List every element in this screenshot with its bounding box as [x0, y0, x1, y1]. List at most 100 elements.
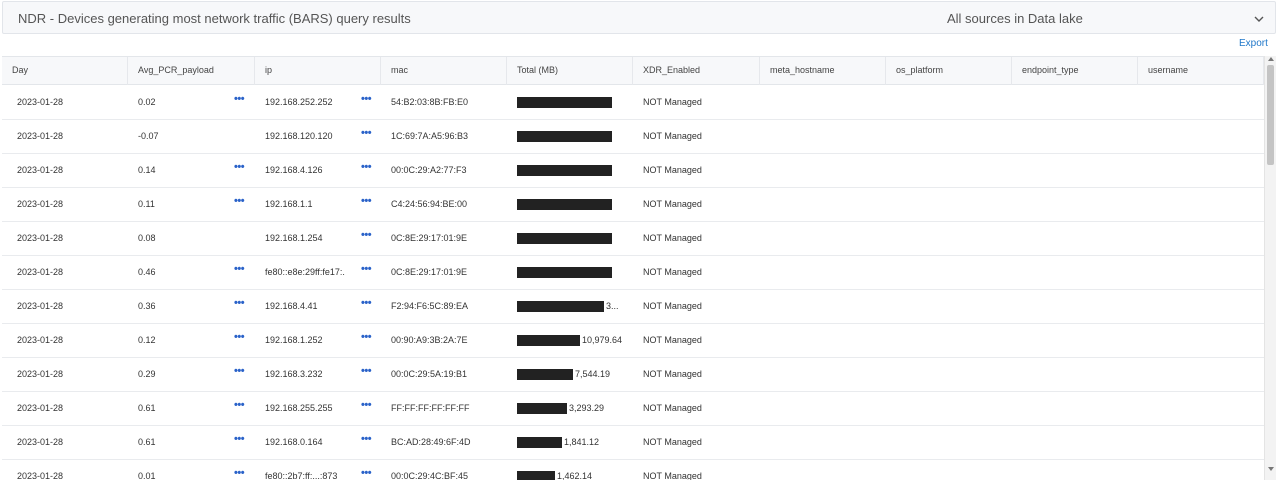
table-row[interactable]: 2023-01-28 0.29 ••• 192.168.3.232 ••• 00:0C:2…	[2, 358, 1264, 392]
more-options-icon[interactable]: •••	[361, 230, 373, 242]
cell-xdr-enabled: NOT Managed	[643, 301, 702, 311]
total-mb-bar	[517, 131, 612, 142]
table-row[interactable]: 2023-01-28 0.01 ••• fe80::2b7:ff:...:873 •••…	[2, 460, 1264, 480]
export-link[interactable]: Export	[1239, 38, 1268, 49]
more-options-icon[interactable]: •••	[361, 298, 373, 310]
cell-total-mb: 1,462.14	[517, 460, 629, 480]
cell-avg-pcr-payload: 0.14	[138, 165, 156, 175]
more-options-icon[interactable]: •••	[361, 434, 373, 446]
total-mb-bar	[517, 199, 612, 210]
more-options-icon[interactable]: •••	[234, 162, 246, 174]
column-header-endpoint-type[interactable]: endpoint_type	[1012, 57, 1138, 85]
table-row[interactable]: 2023-01-28 -0.07 192.168.120.120 ••• 1C:69:7…	[2, 120, 1264, 154]
more-options-icon[interactable]: •••	[361, 264, 373, 276]
scroll-down-icon[interactable]	[1268, 467, 1274, 471]
total-mb-value: 10,979.64	[582, 335, 623, 345]
more-options-icon[interactable]: •••	[361, 400, 373, 412]
more-options-icon[interactable]: •••	[234, 332, 246, 344]
cell-total-mb	[517, 154, 629, 187]
cell-day: 2023-01-28	[17, 369, 64, 379]
cell-ip: 192.168.255.255	[265, 403, 333, 413]
cell-total-mb: 3,293.29	[517, 392, 629, 425]
cell-ip: fe80::2b7:ff:...:873	[265, 471, 338, 480]
column-header-day[interactable]: Day	[2, 57, 128, 85]
panel-header: NDR - Devices generating most network tr…	[2, 1, 1276, 34]
cell-mac: F2:94:F6:5C:89:EA	[391, 301, 469, 311]
column-header-avg-pcr-payload[interactable]: Avg_PCR_payload	[128, 57, 255, 85]
cell-avg-pcr-payload: 0.12	[138, 335, 156, 345]
table-row[interactable]: 2023-01-28 0.12 ••• 192.168.1.252 ••• 00:90:A…	[2, 324, 1264, 358]
cell-ip: 192.168.1.1	[265, 199, 313, 209]
more-options-icon[interactable]: •••	[234, 400, 246, 412]
cell-avg-pcr-payload: 0.02	[138, 97, 156, 107]
total-mb-bar	[517, 97, 612, 108]
more-options-icon[interactable]: •••	[234, 468, 246, 480]
column-header-os-platform[interactable]: os_platform	[886, 57, 1012, 85]
more-options-icon[interactable]: •••	[234, 196, 246, 208]
cell-mac: FF:FF:FF:FF:FF:FF	[391, 403, 470, 413]
cell-day: 2023-01-28	[17, 301, 64, 311]
table-row[interactable]: 2023-01-28 0.61 ••• 192.168.0.164 ••• BC:AD:2…	[2, 426, 1264, 460]
vertical-scrollbar[interactable]	[1264, 56, 1276, 480]
more-options-icon[interactable]: •••	[234, 434, 246, 446]
scroll-up-icon[interactable]	[1268, 57, 1274, 61]
total-mb-bar	[517, 471, 555, 480]
more-options-icon[interactable]: •••	[234, 298, 246, 310]
cell-avg-pcr-payload: 0.36	[138, 301, 156, 311]
table-row[interactable]: 2023-01-28 0.11 ••• 192.168.1.1 ••• C4:24:56:…	[2, 188, 1264, 222]
cell-total-mb: 10,979.64	[517, 324, 629, 357]
total-mb-value: 1,462.14	[557, 471, 593, 480]
source-select[interactable]: All sources in Data lake	[947, 11, 1083, 26]
cell-total-mb	[517, 86, 629, 119]
table-row[interactable]: 2023-01-28 0.46 ••• fe80::e8e:29ff:fe17:...…	[2, 256, 1264, 290]
cell-mac: 1C:69:7A:A5:96:B3	[391, 131, 469, 141]
cell-day: 2023-01-28	[17, 437, 64, 447]
column-header-username[interactable]: username	[1138, 57, 1264, 85]
cell-xdr-enabled: NOT Managed	[643, 471, 702, 480]
table-row[interactable]: 2023-01-28 0.61 ••• 192.168.255.255 ••• FF:FF…	[2, 392, 1264, 426]
cell-ip: 192.168.3.232	[265, 369, 323, 379]
more-options-icon[interactable]: •••	[361, 366, 373, 378]
more-options-icon[interactable]: •••	[361, 332, 373, 344]
cell-ip: 192.168.252.252	[265, 97, 333, 107]
column-header-total-mb[interactable]: Total (MB)	[507, 57, 633, 85]
cell-ip: 192.168.4.41	[265, 301, 318, 311]
cell-mac: 0C:8E:29:17:01:9E	[391, 233, 468, 243]
chevron-down-icon[interactable]	[1252, 12, 1266, 26]
more-options-icon[interactable]: •••	[361, 94, 373, 106]
column-header-meta-hostname[interactable]: meta_hostname	[760, 57, 886, 85]
cell-total-mb	[517, 188, 629, 221]
total-mb-bar	[517, 369, 573, 380]
table-row[interactable]: 2023-01-28 0.36 ••• 192.168.4.41 ••• F2:94:F6…	[2, 290, 1264, 324]
column-header-xdr-enabled[interactable]: XDR_Enabled	[633, 57, 760, 85]
cell-total-mb	[517, 120, 629, 153]
table-row[interactable]: 2023-01-28 0.14 ••• 192.168.4.126 ••• 00:0C:2…	[2, 154, 1264, 188]
cell-total-mb: 7,544.19	[517, 358, 629, 391]
column-header-mac[interactable]: mac	[381, 57, 507, 85]
cell-ip: 192.168.1.254	[265, 233, 323, 243]
more-options-icon[interactable]: •••	[234, 94, 246, 106]
cell-day: 2023-01-28	[17, 471, 64, 480]
more-options-icon[interactable]: •••	[361, 468, 373, 480]
cell-day: 2023-01-28	[17, 233, 64, 243]
cell-ip: fe80::e8e:29ff:fe17:...	[265, 267, 345, 277]
scroll-thumb[interactable]	[1267, 65, 1274, 165]
more-options-icon[interactable]: •••	[361, 196, 373, 208]
cell-xdr-enabled: NOT Managed	[643, 335, 702, 345]
cell-xdr-enabled: NOT Managed	[643, 199, 702, 209]
cell-total-mb: 3...	[517, 290, 629, 323]
table-row[interactable]: 2023-01-28 0.02 ••• 192.168.252.252 ••• 54:B2…	[2, 86, 1264, 120]
column-header-ip[interactable]: ip	[255, 57, 381, 85]
results-table: Day Avg_PCR_payload ip mac Total (MB) XDR_Ena…	[2, 56, 1276, 480]
more-options-icon[interactable]: •••	[234, 366, 246, 378]
cell-mac: 00:0C:29:5A:19:B1	[391, 369, 468, 379]
cell-ip: 192.168.120.120	[265, 131, 333, 141]
cell-avg-pcr-payload: 0.46	[138, 267, 156, 277]
cell-mac: 00:0C:29:4C:BF:45	[391, 471, 469, 480]
more-options-icon[interactable]: •••	[361, 162, 373, 174]
table-row[interactable]: 2023-01-28 0.08 192.168.1.254 ••• 0C:8E:29:1…	[2, 222, 1264, 256]
cell-mac: 0C:8E:29:17:01:9E	[391, 267, 468, 277]
more-options-icon[interactable]: •••	[234, 264, 246, 276]
cell-day: 2023-01-28	[17, 131, 64, 141]
more-options-icon[interactable]: •••	[361, 128, 373, 140]
